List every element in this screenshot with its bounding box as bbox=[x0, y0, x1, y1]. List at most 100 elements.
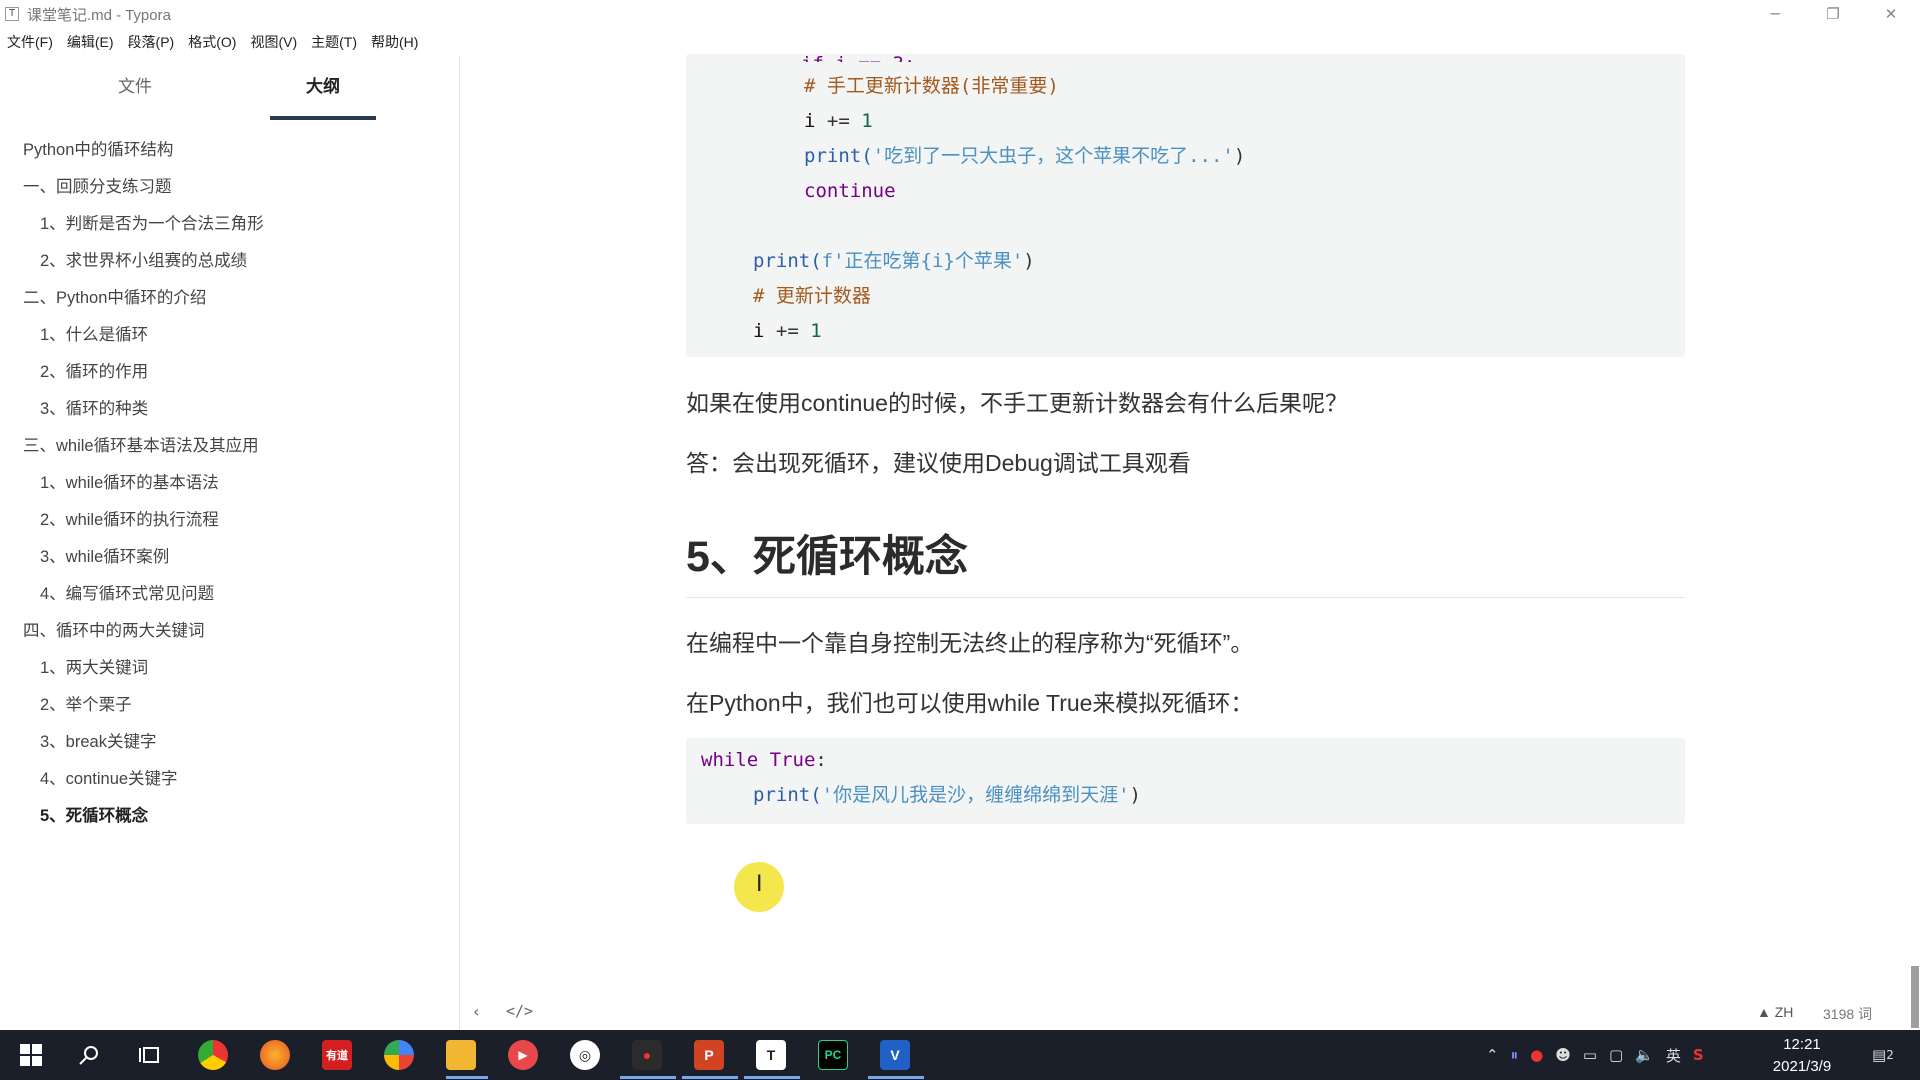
outline-item[interactable]: 4、编写循环式常见问题 bbox=[0, 576, 460, 613]
pause-icon[interactable]: ⏸ bbox=[1511, 1046, 1519, 1064]
typora-app-icon: T bbox=[5, 7, 19, 21]
sidebar: 文件 大纲 Python中的循环结构 一、回顾分支练习题 1、判断是否为一个合法三角… bbox=[0, 56, 460, 1030]
outline-item[interactable]: 一、回顾分支练习题 bbox=[0, 169, 460, 206]
ime-indicator[interactable]: 英 bbox=[1666, 1045, 1681, 1066]
window-controls: ─ ❐ ✕ bbox=[1746, 0, 1920, 28]
vpn-app-icon[interactable]: V bbox=[880, 1040, 910, 1070]
code-line-comment-2: # 更新计数器 bbox=[753, 285, 871, 307]
code-line-while: while True: bbox=[701, 749, 827, 771]
minimize-icon[interactable]: ─ bbox=[1746, 0, 1804, 28]
recorder-icon[interactable]: ▶ bbox=[508, 1040, 538, 1070]
system-tray: ⌃ ⏸ ● ☻ ▭ ▢ 🔈 英 S bbox=[1480, 1030, 1710, 1080]
menu-edit[interactable]: 编辑(E) bbox=[60, 30, 121, 54]
menu-file[interactable]: 文件(F) bbox=[0, 30, 60, 54]
tab-files[interactable]: 文件 bbox=[95, 74, 175, 120]
restore-icon[interactable]: ❐ bbox=[1804, 0, 1862, 28]
pycharm-icon[interactable]: PC bbox=[818, 1040, 848, 1070]
answer-paragraph: 答：会出现死循环，建议使用Debug调试工具观看 bbox=[686, 450, 1191, 476]
chromium-icon[interactable] bbox=[384, 1040, 414, 1070]
volume-icon[interactable]: 🔈 bbox=[1635, 1046, 1654, 1064]
code-line-clipped: if i == 3: bbox=[801, 54, 921, 62]
menu-help[interactable]: 帮助(H) bbox=[364, 30, 425, 54]
outline-item[interactable]: 1、什么是循环 bbox=[0, 317, 460, 354]
tab-outline[interactable]: 大纲 bbox=[270, 74, 376, 120]
outline-item[interactable]: 2、求世界杯小组赛的总成绩 bbox=[0, 243, 460, 280]
active-indicator-typora bbox=[744, 1076, 800, 1079]
powerpoint-icon[interactable]: P bbox=[694, 1040, 724, 1070]
outline-item[interactable]: 2、循环的作用 bbox=[0, 354, 460, 391]
title-bar: T 课堂笔记.md - Typora ─ ❐ ✕ bbox=[0, 0, 1920, 28]
notification-area[interactable]: ▤ 2 bbox=[1866, 1030, 1900, 1080]
user-icon[interactable]: ☻ bbox=[1555, 1046, 1571, 1064]
file-explorer-icon[interactable] bbox=[446, 1040, 476, 1070]
code-block-continue-example[interactable]: if i == 3: # 手工更新计数器(非常重要) i += 1 print(… bbox=[686, 54, 1685, 357]
chevron-left-icon[interactable]: ‹ bbox=[473, 1002, 479, 1021]
clock[interactable]: 12:21 2021/3/9 bbox=[1762, 1034, 1842, 1078]
typora-taskbar-icon[interactable]: T bbox=[756, 1040, 786, 1070]
youdao-icon[interactable]: 有道 bbox=[322, 1040, 352, 1070]
clock-time: 12:21 bbox=[1783, 1036, 1821, 1053]
menu-theme[interactable]: 主题(T) bbox=[304, 30, 364, 54]
outline-item[interactable]: 1、判断是否为一个合法三角形 bbox=[0, 206, 460, 243]
sidebar-tabs: 文件 大纲 bbox=[0, 74, 460, 120]
notification-icon[interactable]: ▤ bbox=[1872, 1046, 1886, 1064]
clock-date: 2021/3/9 bbox=[1772, 1058, 1832, 1075]
outline-item[interactable]: 二、Python中循环的介绍 bbox=[0, 280, 460, 317]
word-count[interactable]: 3198 词 bbox=[1823, 1004, 1872, 1024]
outline-item[interactable]: 3、循环的种类 bbox=[0, 391, 460, 428]
code-line-print: print('吃到了一只大虫子，这个苹果不吃了...') bbox=[804, 145, 1246, 167]
code-line-print-loop: print('你是风儿我是沙，缠缠绵绵到天涯') bbox=[753, 784, 1141, 806]
menu-view[interactable]: 视图(V) bbox=[243, 30, 304, 54]
outline-item[interactable]: 4、continue关键字 bbox=[0, 761, 460, 798]
sogou-icon[interactable]: S bbox=[1693, 1046, 1704, 1064]
circle-app-icon[interactable]: ◎ bbox=[570, 1040, 600, 1070]
outline-item[interactable]: 2、while循环的执行流程 bbox=[0, 502, 460, 539]
active-indicator-ppt bbox=[682, 1076, 738, 1079]
task-view-icon[interactable] bbox=[134, 1040, 164, 1070]
outline-item[interactable]: 四、循环中的两大关键词 bbox=[0, 613, 460, 650]
chevron-up-icon[interactable]: ⌃ bbox=[1486, 1046, 1499, 1064]
record-dot-icon[interactable]: ● bbox=[1530, 1046, 1543, 1064]
menu-bar: 文件(F) 编辑(E) 段落(P) 格式(O) 视图(V) 主题(T) 帮助(H… bbox=[0, 30, 425, 54]
menu-paragraph[interactable]: 段落(P) bbox=[121, 30, 182, 54]
code-line-continue: continue bbox=[804, 180, 896, 202]
active-indicator-explorer bbox=[446, 1076, 488, 1079]
language-label: ZH bbox=[1774, 1004, 1794, 1020]
outline-item[interactable]: 5、死循环概念 bbox=[0, 798, 460, 835]
search-icon[interactable] bbox=[74, 1040, 104, 1070]
windows-start-icon[interactable] bbox=[16, 1040, 46, 1070]
window-title: 课堂笔记.md - Typora bbox=[27, 6, 171, 24]
code-line-increment-2: i += 1 bbox=[753, 320, 822, 342]
chrome-icon[interactable] bbox=[198, 1040, 228, 1070]
close-icon[interactable]: ✕ bbox=[1862, 0, 1920, 28]
outline-item[interactable]: Python中的循环结构 bbox=[0, 132, 460, 169]
text-cursor-icon: I bbox=[756, 872, 763, 897]
section-heading: 5、死循环概念 bbox=[686, 533, 968, 581]
outline-list: Python中的循环结构 一、回顾分支练习题 1、判断是否为一个合法三角形 2、求世界… bbox=[0, 132, 460, 835]
active-indicator-vpn bbox=[868, 1076, 924, 1079]
code-line-increment: i += 1 bbox=[804, 110, 873, 132]
outline-item[interactable]: 3、break关键字 bbox=[0, 724, 460, 761]
question-paragraph: 如果在使用continue的时候，不手工更新计数器会有什么后果呢？ bbox=[686, 390, 1348, 416]
definition-paragraph: 在编程中一个靠自身控制无法终止的程序称为“死循环”。 bbox=[686, 630, 1254, 656]
code-block-while-true[interactable]: while True: print('你是风儿我是沙，缠缠绵绵到天涯') bbox=[686, 738, 1685, 824]
active-indicator-record bbox=[620, 1076, 676, 1079]
source-code-icon[interactable]: </> bbox=[506, 1002, 533, 1020]
outline-item[interactable]: 1、两大关键词 bbox=[0, 650, 460, 687]
screen-record-icon[interactable]: ● bbox=[632, 1040, 662, 1070]
menu-format[interactable]: 格式(O) bbox=[181, 30, 243, 54]
python-paragraph: 在Python中，我们也可以使用while True来模拟死循环： bbox=[686, 690, 1254, 716]
language-indicator[interactable]: ▲ ZH bbox=[1757, 1004, 1793, 1020]
network-icon[interactable]: ▢ bbox=[1609, 1046, 1623, 1064]
notification-count: 2 bbox=[1886, 1048, 1894, 1062]
status-bar: ‹ </> ▲ ZH 3198 词 bbox=[461, 998, 1920, 1030]
outline-item[interactable]: 3、while循环案例 bbox=[0, 539, 460, 576]
outline-item[interactable]: 三、while循环基本语法及其应用 bbox=[0, 428, 460, 465]
outline-item[interactable]: 1、while循环的基本语法 bbox=[0, 465, 460, 502]
firefox-icon[interactable] bbox=[260, 1040, 290, 1070]
battery-icon[interactable]: ▭ bbox=[1583, 1046, 1597, 1064]
vertical-scrollbar[interactable] bbox=[1911, 966, 1919, 1028]
outline-item[interactable]: 2、举个栗子 bbox=[0, 687, 460, 724]
editor-area[interactable]: if i == 3: # 手工更新计数器(非常重要) i += 1 print(… bbox=[461, 54, 1920, 1030]
code-line-comment: # 手工更新计数器(非常重要) bbox=[804, 75, 1059, 97]
